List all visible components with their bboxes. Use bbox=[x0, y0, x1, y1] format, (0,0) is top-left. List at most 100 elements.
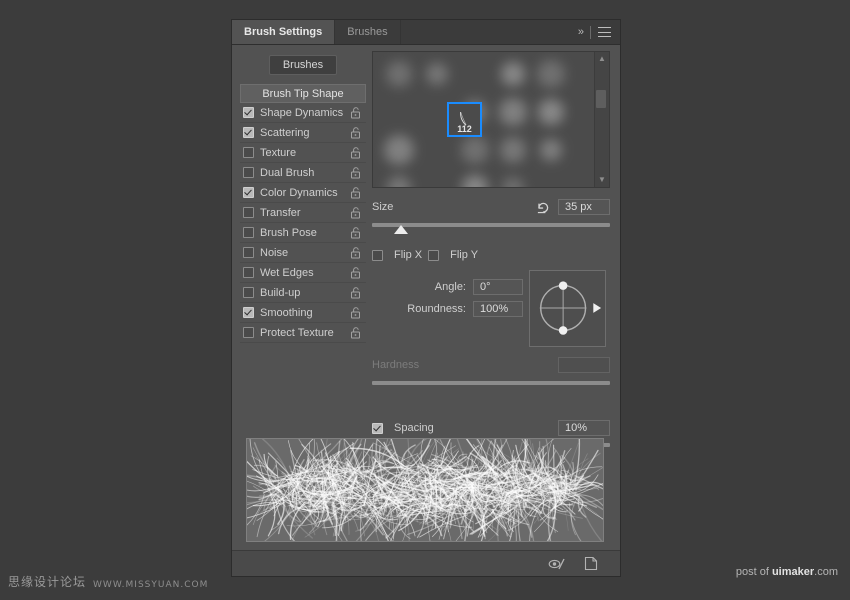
brushes-button[interactable]: Brushes bbox=[268, 55, 338, 75]
panel-body: Brushes Brush Tip Shape Shape Dynamics Sc… bbox=[232, 45, 620, 454]
flip-x-checkbox[interactable] bbox=[372, 249, 383, 261]
sidebar-item-scattering[interactable]: Scattering bbox=[240, 123, 366, 143]
angle-row: Angle: 0° bbox=[372, 276, 523, 298]
unlock-icon[interactable] bbox=[350, 146, 361, 159]
hardness-input[interactable] bbox=[558, 357, 610, 373]
brush-preset-thumbnail[interactable] bbox=[538, 99, 564, 125]
size-slider[interactable] bbox=[372, 220, 610, 236]
chevron-double-right-icon[interactable]: » bbox=[578, 26, 584, 38]
sidebar-item-label: Noise bbox=[260, 246, 289, 259]
option-checkbox[interactable] bbox=[243, 327, 254, 338]
angle-input[interactable]: 0° bbox=[473, 279, 523, 295]
angle-roundness-block: Angle: 0° Roundness: 100% bbox=[372, 266, 610, 347]
brush-grid-scrollbar[interactable]: ▲ ▼ bbox=[594, 52, 609, 187]
size-input[interactable]: 35 px bbox=[558, 199, 610, 215]
sidebar-item-build-up[interactable]: Build-up bbox=[240, 283, 366, 303]
brush-preset-thumbnail[interactable] bbox=[387, 176, 411, 187]
brush-preset-selected[interactable]: 112 bbox=[447, 102, 482, 137]
brush-preset-thumbnail[interactable] bbox=[537, 60, 565, 88]
flip-x-option[interactable]: Flip X bbox=[372, 249, 422, 261]
roundness-input[interactable]: 100% bbox=[473, 301, 523, 317]
panel-tab-strip: Brush Settings Brushes » bbox=[232, 20, 620, 45]
tab-brushes[interactable]: Brushes bbox=[335, 20, 401, 44]
chevron-down-icon[interactable]: ▼ bbox=[598, 176, 606, 184]
brush-option-list: Shape Dynamics Scattering Texture Dual Brus… bbox=[240, 103, 366, 343]
tab-tools-divider bbox=[590, 25, 591, 39]
unlock-icon[interactable] bbox=[350, 266, 361, 279]
sidebar-item-brush-pose[interactable]: Brush Pose bbox=[240, 223, 366, 243]
option-checkbox[interactable] bbox=[243, 267, 254, 278]
new-document-icon[interactable] bbox=[584, 556, 598, 571]
flip-y-label: Flip Y bbox=[450, 249, 479, 261]
reset-arrow-icon[interactable] bbox=[536, 200, 551, 215]
brush-preset-thumbnail[interactable] bbox=[501, 62, 525, 86]
brush-preset-thumbnail[interactable] bbox=[426, 63, 448, 85]
hamburger-menu-icon[interactable] bbox=[598, 27, 611, 37]
spacing-checkbox[interactable] bbox=[372, 422, 383, 434]
chevron-up-icon[interactable]: ▲ bbox=[598, 55, 606, 63]
roundness-label: Roundness: bbox=[407, 303, 466, 315]
brush-preset-thumbnail[interactable] bbox=[500, 137, 526, 163]
unlock-icon[interactable] bbox=[350, 166, 361, 179]
brush-stroke-preview bbox=[246, 438, 604, 542]
tab-brush-settings[interactable]: Brush Settings bbox=[232, 20, 336, 44]
angle-roundness-fields: Angle: 0° Roundness: 100% bbox=[372, 266, 523, 347]
hardness-slider[interactable] bbox=[372, 378, 610, 394]
unlock-icon[interactable] bbox=[350, 206, 361, 219]
brush-preset-thumbnail[interactable] bbox=[499, 98, 527, 126]
brush-preset-grid[interactable]: 112 bbox=[373, 52, 594, 187]
unlock-icon[interactable] bbox=[350, 326, 361, 339]
brush-preset-thumbnail[interactable] bbox=[384, 135, 414, 165]
option-checkbox[interactable] bbox=[243, 307, 254, 318]
brush-preset-thumbnail[interactable] bbox=[462, 175, 488, 187]
sidebar-item-brush-tip-shape[interactable]: Brush Tip Shape bbox=[240, 84, 366, 103]
sidebar-item-label: Brush Pose bbox=[260, 226, 317, 239]
brush-settings-panel: Brush Settings Brushes » Brushes Brush T… bbox=[232, 20, 620, 576]
sidebar-item-color-dynamics[interactable]: Color Dynamics bbox=[240, 183, 366, 203]
option-checkbox[interactable] bbox=[243, 107, 254, 118]
unlock-icon[interactable] bbox=[350, 186, 361, 199]
angle-roundness-dial[interactable] bbox=[529, 270, 606, 347]
option-checkbox[interactable] bbox=[243, 247, 254, 258]
option-checkbox[interactable] bbox=[243, 167, 254, 178]
flip-y-checkbox[interactable] bbox=[428, 249, 440, 261]
option-checkbox[interactable] bbox=[243, 187, 254, 198]
sidebar-item-wet-edges[interactable]: Wet Edges bbox=[240, 263, 366, 283]
roundness-value: 100% bbox=[480, 303, 509, 315]
unlock-icon[interactable] bbox=[350, 126, 361, 139]
brush-preset-thumbnail[interactable] bbox=[502, 177, 524, 187]
option-checkbox[interactable] bbox=[243, 227, 254, 238]
unlock-icon[interactable] bbox=[350, 286, 361, 299]
sidebar-item-protect-texture[interactable]: Protect Texture bbox=[240, 323, 366, 343]
brush-preset-thumbnail[interactable] bbox=[461, 136, 489, 164]
brush-preset-thumbnail[interactable] bbox=[386, 61, 412, 87]
option-checkbox[interactable] bbox=[243, 127, 254, 138]
sidebar-item-label: Color Dynamics bbox=[260, 186, 338, 199]
sidebar-item-transfer[interactable]: Transfer bbox=[240, 203, 366, 223]
scrollbar-thumb[interactable] bbox=[596, 90, 606, 108]
eye-slash-icon[interactable] bbox=[548, 557, 566, 571]
brushes-button-label: Brushes bbox=[282, 59, 324, 71]
option-checkbox[interactable] bbox=[243, 207, 254, 218]
unlock-icon[interactable] bbox=[350, 246, 361, 259]
option-checkbox[interactable] bbox=[243, 147, 254, 158]
sidebar-item-texture[interactable]: Texture bbox=[240, 143, 366, 163]
angle-label: Angle: bbox=[434, 281, 466, 293]
unlock-icon[interactable] bbox=[350, 306, 361, 319]
sidebar-item-noise[interactable]: Noise bbox=[240, 243, 366, 263]
unlock-icon[interactable] bbox=[350, 226, 361, 239]
unlock-icon[interactable] bbox=[350, 106, 361, 119]
option-checkbox[interactable] bbox=[243, 287, 254, 298]
sidebar-item-smoothing[interactable]: Smoothing bbox=[240, 303, 366, 323]
size-slider-thumb[interactable] bbox=[393, 225, 408, 234]
flip-y-option[interactable]: Flip Y bbox=[428, 249, 478, 261]
watermark-url: WWW.MISSYUAN.COM bbox=[93, 580, 209, 590]
brush-preset-thumbnail[interactable] bbox=[540, 139, 562, 161]
sidebar-item-label: Build-up bbox=[260, 286, 301, 299]
sidebar-item-shape-dynamics[interactable]: Shape Dynamics bbox=[240, 103, 366, 123]
watermark-right-prefix: post of bbox=[735, 566, 772, 578]
watermark-right-suffix: .com bbox=[814, 566, 838, 578]
sidebar-item-label: Dual Brush bbox=[260, 166, 315, 179]
sidebar-item-dual-brush[interactable]: Dual Brush bbox=[240, 163, 366, 183]
spacing-input[interactable]: 10% bbox=[558, 420, 610, 436]
